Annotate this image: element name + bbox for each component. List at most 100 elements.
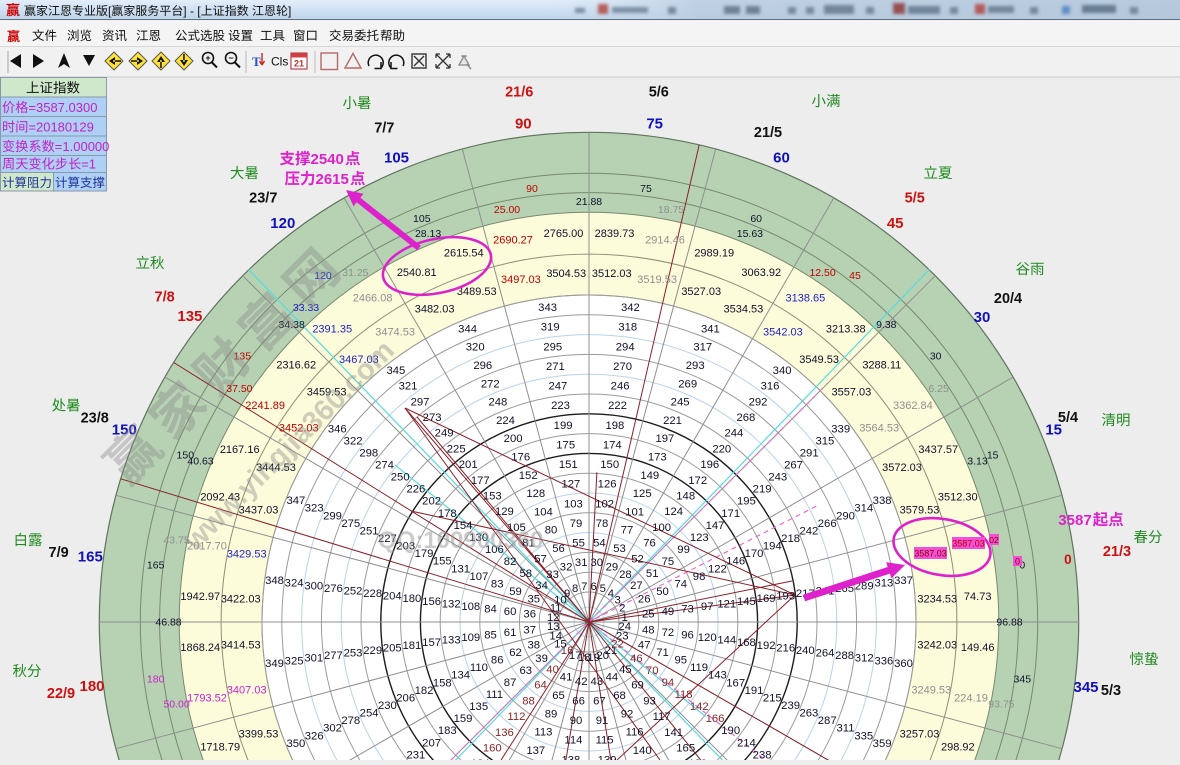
svg-text:54: 54 <box>593 538 606 550</box>
svg-text:7/7: 7/7 <box>374 121 394 137</box>
svg-text:315: 315 <box>815 436 834 448</box>
svg-text:58: 58 <box>520 568 533 580</box>
svg-text:95: 95 <box>675 655 688 667</box>
svg-text:8: 8 <box>572 583 578 595</box>
svg-text:269: 269 <box>678 378 697 390</box>
svg-text:201: 201 <box>459 459 478 471</box>
svg-text:153: 153 <box>483 491 502 503</box>
svg-text:115: 115 <box>596 735 614 747</box>
svg-text:73: 73 <box>681 604 694 616</box>
svg-text:90: 90 <box>515 115 532 132</box>
svg-text:124: 124 <box>664 506 683 518</box>
svg-text:5/3: 5/3 <box>1101 683 1121 699</box>
svg-text:142: 142 <box>690 701 709 713</box>
svg-text:157: 157 <box>422 637 441 649</box>
svg-text:341: 341 <box>701 323 720 335</box>
svg-text:45: 45 <box>619 664 632 676</box>
svg-text:149.46: 149.46 <box>961 642 995 654</box>
svg-text:3437.57: 3437.57 <box>918 444 958 456</box>
svg-text:126: 126 <box>598 479 617 491</box>
svg-text:50.00: 50.00 <box>163 699 189 711</box>
svg-text:271: 271 <box>546 361 565 373</box>
svg-text:31: 31 <box>575 557 588 569</box>
svg-text:129: 129 <box>495 506 514 518</box>
svg-text:299: 299 <box>323 510 342 522</box>
svg-text:135: 135 <box>469 701 488 713</box>
svg-text:171: 171 <box>721 508 740 520</box>
svg-text:218: 218 <box>781 533 800 545</box>
svg-text:3362.84: 3362.84 <box>893 400 933 412</box>
svg-text:43: 43 <box>591 676 604 688</box>
svg-text:1868.24: 1868.24 <box>180 642 220 654</box>
svg-text:3579.53: 3579.53 <box>900 504 940 516</box>
svg-text:216: 216 <box>776 642 795 654</box>
svg-text:202: 202 <box>422 496 441 508</box>
svg-text:15.63: 15.63 <box>737 228 763 240</box>
svg-text:64: 64 <box>534 680 547 692</box>
svg-text:101: 101 <box>625 506 644 518</box>
svg-text:2765.00: 2765.00 <box>544 228 584 240</box>
svg-text:34: 34 <box>535 580 548 592</box>
svg-text:25.00: 25.00 <box>494 204 520 216</box>
svg-text:70: 70 <box>646 665 659 677</box>
svg-text:139: 139 <box>598 754 617 760</box>
svg-text:278: 278 <box>341 715 360 727</box>
svg-text:141: 141 <box>664 727 683 739</box>
svg-text:37: 37 <box>523 624 536 636</box>
svg-text:326: 326 <box>305 730 324 742</box>
svg-text:158: 158 <box>433 677 452 689</box>
svg-text:3213.38: 3213.38 <box>826 324 866 336</box>
svg-text:204: 204 <box>383 591 402 603</box>
svg-text:172: 172 <box>688 475 707 487</box>
svg-text:3: 3 <box>614 595 620 607</box>
svg-text:144: 144 <box>717 635 736 647</box>
svg-text:273: 273 <box>423 412 442 424</box>
svg-text:45: 45 <box>887 215 904 232</box>
svg-text:165: 165 <box>78 548 103 565</box>
svg-text:−: − <box>228 53 233 63</box>
svg-text:320: 320 <box>466 342 485 354</box>
svg-text:2391.35: 2391.35 <box>312 324 352 336</box>
svg-text:175: 175 <box>556 439 575 451</box>
svg-text:3482.03: 3482.03 <box>415 304 455 316</box>
svg-text:30: 30 <box>591 557 604 569</box>
svg-text:240: 240 <box>796 645 815 657</box>
svg-text:]: ] <box>288 4 291 18</box>
svg-text:245: 245 <box>671 397 690 409</box>
svg-text:] - [: ] - [ <box>183 4 201 18</box>
svg-text:343: 343 <box>538 302 557 314</box>
svg-text:3587.03: 3587.03 <box>914 549 947 559</box>
svg-text:107: 107 <box>469 571 488 583</box>
svg-text:264: 264 <box>816 648 835 660</box>
svg-text:3549.53: 3549.53 <box>799 354 839 366</box>
svg-text:74: 74 <box>675 579 688 591</box>
svg-text:293: 293 <box>686 360 705 372</box>
svg-text:253: 253 <box>344 648 363 660</box>
svg-text:228: 228 <box>363 588 382 600</box>
svg-text:176: 176 <box>511 452 530 464</box>
svg-text:138: 138 <box>561 754 580 760</box>
svg-text:61: 61 <box>504 627 517 639</box>
svg-text:84: 84 <box>484 604 497 616</box>
svg-text:60: 60 <box>750 213 762 225</box>
svg-text:2241.89: 2241.89 <box>245 400 285 412</box>
svg-text:274: 274 <box>375 460 394 472</box>
svg-text:229: 229 <box>363 645 382 657</box>
svg-text:338: 338 <box>873 495 892 507</box>
svg-text:268: 268 <box>736 412 755 424</box>
svg-text:2989.19: 2989.19 <box>694 248 734 260</box>
svg-text:312: 312 <box>855 653 874 665</box>
svg-text:125: 125 <box>633 488 652 500</box>
svg-text:263: 263 <box>799 708 818 720</box>
svg-text:96.88: 96.88 <box>996 617 1022 629</box>
svg-text:238: 238 <box>753 749 772 760</box>
svg-text:110: 110 <box>470 662 488 674</box>
svg-text:38: 38 <box>528 639 541 651</box>
svg-text:2167.16: 2167.16 <box>220 444 260 456</box>
svg-text:347: 347 <box>286 495 305 507</box>
svg-text:3257.03: 3257.03 <box>900 729 940 741</box>
svg-text:314: 314 <box>854 503 873 515</box>
svg-text:167: 167 <box>726 677 745 689</box>
svg-text:20/4: 20/4 <box>994 291 1022 307</box>
svg-text:199: 199 <box>554 420 573 432</box>
